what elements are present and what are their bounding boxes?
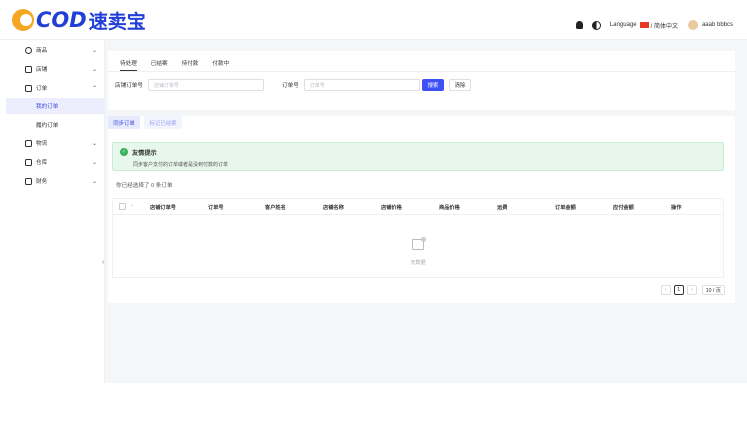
orders-table: ⌄ 店铺订单号 订单号 客户姓名 店铺名称 店铺价格 商品价格 运费 订单金额 …: [112, 198, 724, 278]
col-order-amount: 订单金额: [555, 205, 576, 211]
col-order-no: 订单号: [208, 205, 224, 211]
col-payable-amount: 应付金额: [613, 205, 634, 211]
empty-text: 无数据: [410, 260, 426, 266]
store-icon: [25, 65, 32, 73]
sidebar-item-label: 物流: [36, 141, 48, 147]
sidebar-item-label: 店铺: [36, 67, 48, 73]
chevron-down-icon: ⌄: [92, 47, 98, 54]
main-content: 待处理 已结案 待付款 付款中 店铺订单号 店铺订单号 订单号 订单号 搜索 清…: [105, 40, 747, 383]
tab-pending[interactable]: 待处理: [120, 59, 137, 71]
store-order-input[interactable]: 店铺订单号: [147, 79, 264, 91]
table-header: ⌄ 店铺订单号 订单号 客户姓名 店铺名称 店铺价格 商品价格 运费 订单金额 …: [113, 199, 723, 215]
header-actions: Language / 简体中文 aaab bbbcs: [575, 20, 733, 30]
product-icon: [25, 46, 32, 54]
select-all-checkbox[interactable]: [119, 203, 126, 210]
col-product-price: 商品价格: [439, 205, 460, 211]
brand-logo[interactable]: COD 速卖宝: [12, 7, 146, 33]
sidebar-subitem-fulfillment-orders[interactable]: 履约订单: [6, 117, 105, 133]
col-store-order-no: 店铺订单号: [150, 205, 176, 211]
store-order-filter: 店铺订单号 店铺订单号: [115, 79, 264, 91]
top-header: COD 速卖宝 Language / 简体中文 aaab bbbcs: [0, 0, 747, 40]
finance-icon: [25, 177, 32, 185]
check-circle-icon: ✓: [120, 148, 128, 156]
alert-message: 同步客户支付的订单或者是没到付款的订单: [133, 162, 229, 168]
app-root: COD 速卖宝 Language / 简体中文 aaab bbbcs 商品 ⌄ …: [0, 0, 747, 421]
bell-icon[interactable]: [575, 21, 583, 29]
store-order-label: 店铺订单号: [115, 83, 143, 89]
col-shipping: 运费: [497, 205, 508, 211]
tab-awaiting-payment[interactable]: 待付款: [182, 59, 199, 71]
selection-count: 你已经选择了 0 条订单: [116, 183, 173, 189]
sidebar: 商品 ⌄ 店铺 ⌄ 订单 ⌃ 我的订单 履约订单 物流 ⌄ 仓库 ⌄ 财务 ⌄: [0, 40, 105, 383]
sidebar-subitem-my-orders[interactable]: 我的订单: [6, 98, 105, 114]
pagination: ‹ 1 › 10 / 页: [660, 285, 725, 295]
col-actions: 操作: [671, 205, 682, 211]
username[interactable]: aaab bbbcs: [702, 22, 733, 28]
order-filter: 订单号 订单号: [282, 79, 420, 91]
col-store-name: 店铺名称: [323, 205, 344, 211]
prev-page-button[interactable]: ‹: [660, 285, 671, 295]
order-label: 订单号: [282, 83, 299, 89]
empty-image-icon: [412, 237, 426, 250]
orders-card: 同步订单 标记已结案 ✓ 友情提示 同步客户支付的订单或者是没到付款的订单 你已…: [108, 116, 735, 303]
sidebar-item-label: 财务: [36, 179, 48, 185]
sidebar-item-label: 订单: [36, 86, 48, 92]
page-number-button[interactable]: 1: [673, 285, 684, 295]
china-flag-icon: [639, 22, 649, 28]
sidebar-item-product[interactable]: 商品 ⌄: [0, 42, 105, 58]
status-tabs: 待处理 已结案 待付款 付款中: [120, 59, 243, 71]
sidebar-item-label: 仓库: [36, 160, 48, 166]
sidebar-item-label: 商品: [36, 48, 48, 54]
sidebar-item-order[interactable]: 订单 ⌃: [0, 80, 105, 96]
next-page-button[interactable]: ›: [686, 285, 697, 295]
order-input[interactable]: 订单号: [303, 79, 420, 91]
collapse-sidebar-icon[interactable]: ‹: [102, 259, 104, 266]
sync-orders-button[interactable]: 同步订单: [108, 116, 140, 129]
logo-cn-text: 速卖宝: [88, 10, 146, 33]
logo-text: COD: [36, 8, 87, 32]
sidebar-item-warehouse[interactable]: 仓库 ⌄: [0, 154, 105, 170]
chevron-down-icon: ⌄: [92, 178, 98, 185]
logo-mark-icon: [12, 9, 34, 31]
col-store-price: 店铺价格: [381, 205, 402, 211]
mark-closed-button[interactable]: 标记已结案: [144, 116, 182, 129]
tip-alert: ✓ 友情提示 同步客户支付的订单或者是没到付款的订单: [112, 142, 724, 171]
warehouse-icon: [25, 158, 32, 166]
language-label[interactable]: Language: [610, 22, 637, 28]
sidebar-item-finance[interactable]: 财务 ⌄: [0, 173, 105, 189]
logistics-icon: [25, 139, 32, 147]
tab-paying[interactable]: 付款中: [212, 59, 229, 71]
empty-state: 无数据: [113, 237, 723, 266]
chevron-down-icon: ⌄: [92, 159, 98, 166]
order-actions: 同步订单 标记已结案: [108, 116, 182, 129]
language-value[interactable]: / 简体中文: [651, 21, 678, 30]
select-all-dropdown-icon[interactable]: ⌄: [130, 202, 134, 208]
sidebar-item-store[interactable]: 店铺 ⌄: [0, 61, 105, 77]
search-button[interactable]: 搜索: [422, 79, 444, 91]
order-icon: [25, 84, 32, 92]
chevron-down-icon: ⌄: [92, 140, 98, 147]
filter-card: 待处理 已结案 待付款 付款中 店铺订单号 店铺订单号 订单号 订单号 搜索 清…: [108, 51, 735, 110]
tab-divider: [108, 71, 735, 72]
tab-closed[interactable]: 已结案: [151, 59, 168, 71]
chevron-up-icon: ⌃: [92, 85, 98, 92]
theme-toggle-icon[interactable]: [591, 20, 601, 30]
sidebar-item-logistics[interactable]: 物流 ⌄: [0, 135, 105, 151]
chevron-down-icon: ⌄: [92, 66, 98, 73]
clear-button[interactable]: 清除: [449, 79, 471, 91]
avatar[interactable]: [687, 20, 698, 30]
alert-title: 友情提示: [132, 150, 157, 157]
col-customer-name: 客户姓名: [265, 205, 286, 211]
page-size-select[interactable]: 10 / 页: [701, 285, 725, 295]
